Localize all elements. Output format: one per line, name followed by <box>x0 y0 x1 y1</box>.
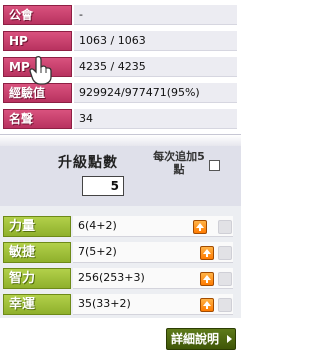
luk-disabled-button <box>218 298 232 312</box>
stat-row-int: 智力 256(253+3) <box>0 266 241 290</box>
stats-section: 力量 6(4+2) 敏捷 7(5+2) 智力 256(253+3) 幸運 35(… <box>0 206 241 318</box>
exp-value: 929924/977471(95%) <box>74 83 237 103</box>
exp-label: 經驗值 <box>3 83 72 103</box>
detail-button[interactable]: 詳細說明 <box>166 328 236 350</box>
int-up-button[interactable] <box>200 272 214 286</box>
info-row-guild: 公會 - <box>0 4 241 26</box>
ability-points-section: 升級點數 5 每次追加5點 <box>0 146 241 206</box>
fame-label: 名聲 <box>3 109 72 129</box>
str-label: 力量 <box>3 216 71 237</box>
info-row-fame: 名聲 34 <box>0 108 241 130</box>
str-disabled-button <box>218 220 232 234</box>
up-arrow-icon <box>203 275 211 283</box>
up-arrow-icon <box>203 301 211 309</box>
hand-cursor-icon <box>29 55 52 85</box>
dex-up-button[interactable] <box>200 246 214 260</box>
stat-row-str: 力量 6(4+2) <box>0 214 241 238</box>
stat-row-dex: 敏捷 7(5+2) <box>0 240 241 264</box>
int-disabled-button <box>218 272 232 286</box>
guild-value: - <box>74 5 237 25</box>
footer: 詳細說明 <box>0 318 241 359</box>
str-value: 6(4+2) <box>73 216 233 237</box>
str-up-button[interactable] <box>193 220 207 234</box>
up-arrow-icon <box>196 223 204 231</box>
info-row-hp: HP 1063 / 1063 <box>0 30 241 52</box>
hp-label: HP <box>3 31 72 51</box>
luk-label: 幸運 <box>3 294 71 315</box>
stat-row-luk: 幸運 35(33+2) <box>0 292 241 316</box>
hp-value: 1063 / 1063 <box>74 31 237 51</box>
guild-label: 公會 <box>3 5 72 25</box>
int-label: 智力 <box>3 268 71 289</box>
luk-up-button[interactable] <box>200 298 214 312</box>
dex-disabled-button <box>218 246 232 260</box>
ability-points-label: 升級點數 <box>58 155 118 171</box>
auto-assign-checkbox[interactable] <box>209 160 220 171</box>
fame-value: 34 <box>74 109 237 129</box>
character-stat-window: 公會 - HP 1063 / 1063 MP 4235 / 4235 經驗值 9… <box>0 0 241 359</box>
detail-button-label: 詳細說明 <box>171 332 220 346</box>
dex-label: 敏捷 <box>3 242 71 263</box>
auto-assign-label: 每次追加5點 <box>153 150 205 176</box>
play-arrow-icon <box>227 335 232 343</box>
up-arrow-icon <box>203 249 211 257</box>
mp-value: 4235 / 4235 <box>74 57 237 77</box>
info-row-exp: 經驗值 929924/977471(95%) <box>0 82 241 104</box>
ability-points-value: 5 <box>82 176 124 196</box>
